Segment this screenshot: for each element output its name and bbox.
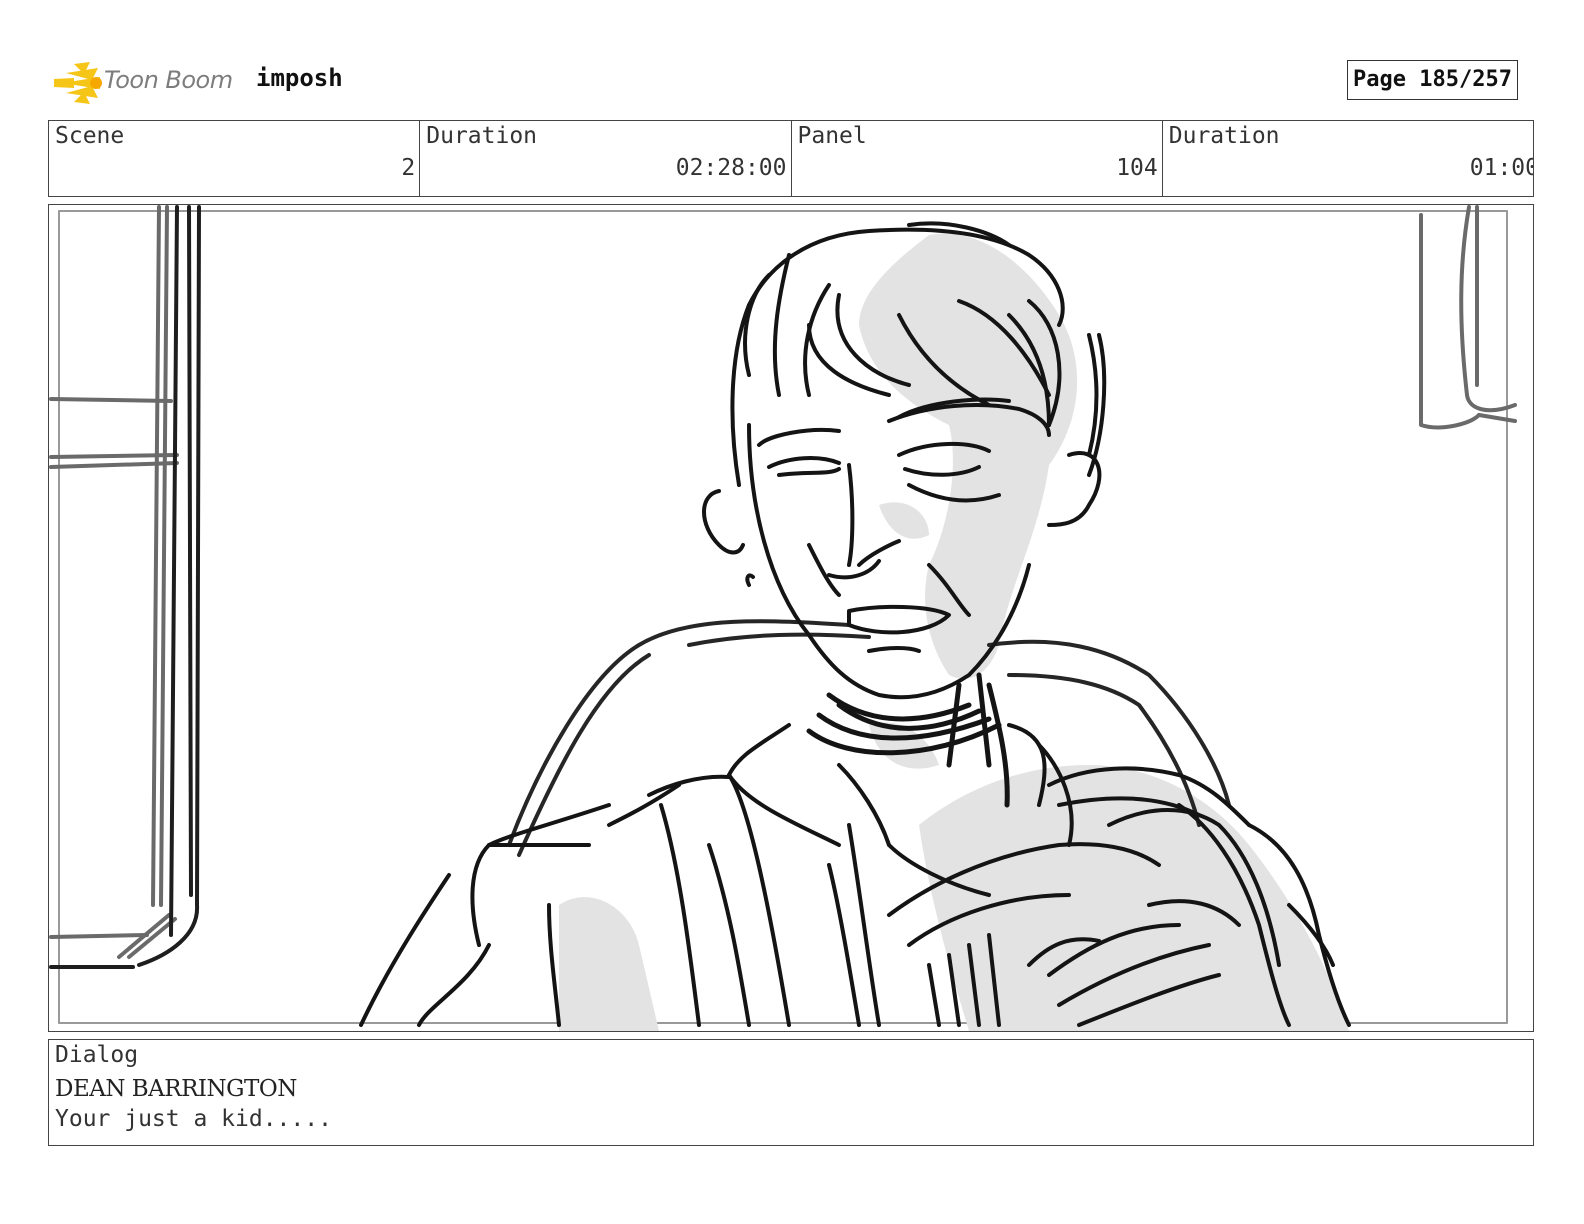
scene-value: 2 [401, 155, 416, 181]
sun-burst-icon [54, 62, 102, 104]
scene-duration-label: Duration [426, 123, 538, 149]
logo-text: Toon Boom [104, 66, 233, 94]
page-header: Toon Boom imposh Page 185/257 [50, 56, 1534, 106]
scene-label: Scene [55, 123, 125, 149]
scene-cell: Scene 2 [49, 121, 421, 196]
dialog-speaker: DEAN BARRINGTON [55, 1076, 297, 1102]
storyboard-panel [48, 204, 1534, 1032]
panel-duration-cell: Duration 01:00 [1163, 121, 1533, 196]
panel-value: 104 [1116, 155, 1158, 181]
dialog-line: Your just a kid..... [55, 1106, 332, 1132]
scene-duration-value: 02:28:00 [675, 155, 787, 181]
scene-duration-cell: Duration 02:28:00 [420, 121, 792, 196]
page-number: Page 185/257 [1347, 60, 1518, 100]
project-name: imposh [256, 64, 343, 92]
panel-cell: Panel 104 [792, 121, 1163, 196]
scene-info-table: Scene 2 Duration 02:28:00 Panel 104 Dura… [48, 120, 1534, 197]
panel-duration-value: 01:00 [1469, 155, 1533, 181]
panel-label: Panel [797, 123, 867, 149]
dialog-label: Dialog [55, 1042, 139, 1068]
storyboard-sketch-image [49, 205, 1517, 1031]
dialog-box: Dialog DEAN BARRINGTON Your just a kid..… [48, 1039, 1534, 1146]
toon-boom-logo: Toon Boom [50, 56, 240, 106]
panel-duration-label: Duration [1168, 123, 1280, 149]
